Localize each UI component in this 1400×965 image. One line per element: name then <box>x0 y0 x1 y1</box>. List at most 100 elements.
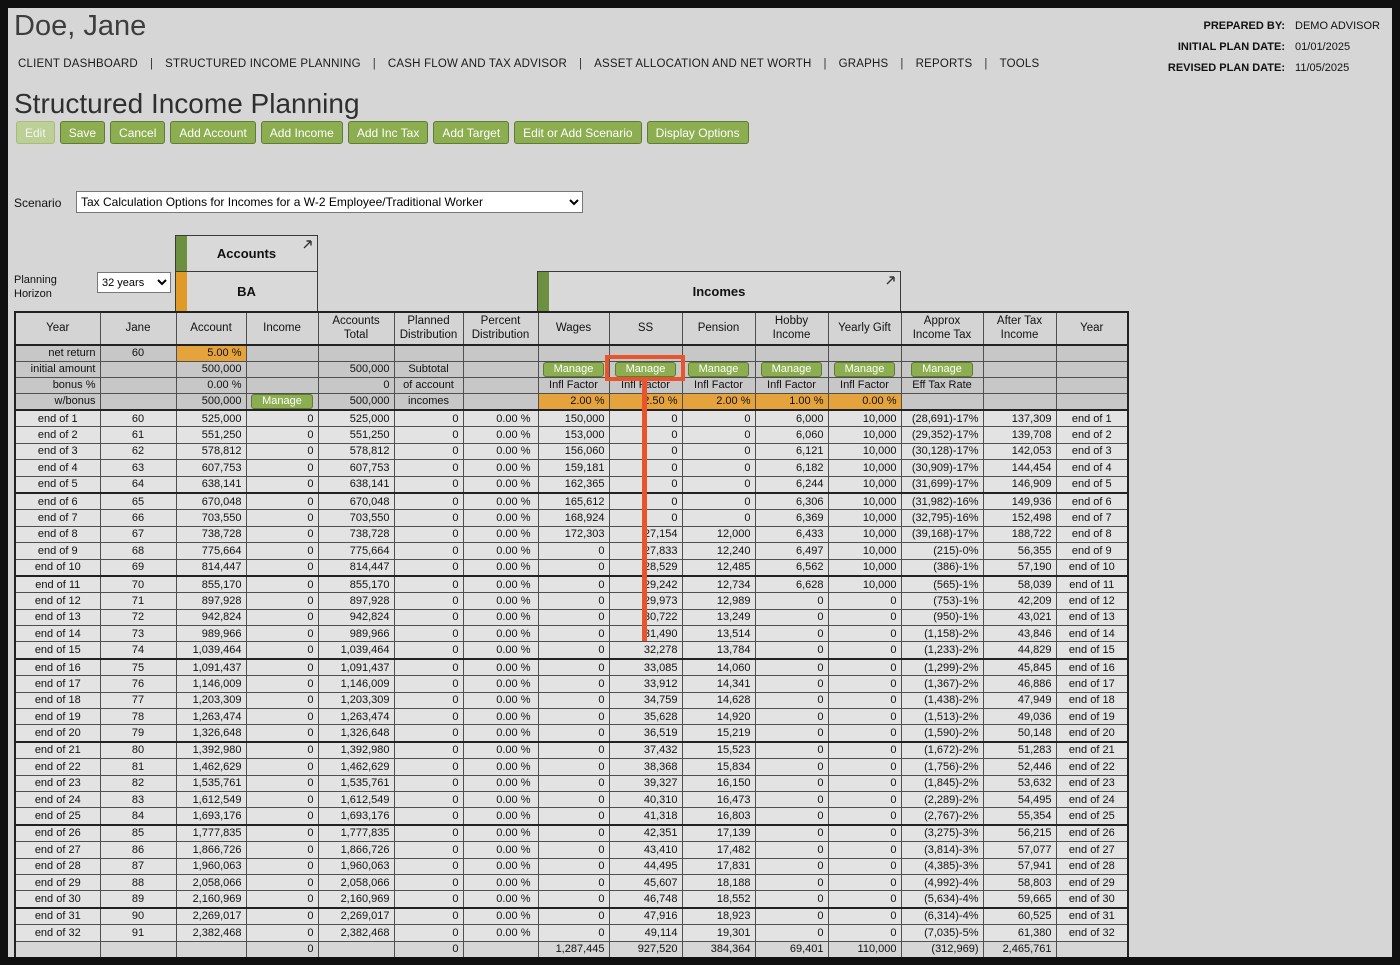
cell: 10,000 <box>827 491 902 511</box>
cell: 0 <box>827 906 902 926</box>
nav-structured-income-planning[interactable]: STRUCTURED INCOME PLANNING <box>165 58 388 70</box>
cell: 1,392,980 <box>175 740 247 760</box>
cell: 6,121 <box>754 442 829 461</box>
total-cell <box>1055 940 1129 957</box>
wages-infl-value[interactable]: 2.00 % <box>537 393 610 411</box>
cell: 159,181 <box>537 459 610 477</box>
cell: 12,240 <box>681 542 756 560</box>
cell: 0 <box>245 542 319 560</box>
cell: 0 <box>608 459 683 477</box>
manage-hobby-income-button[interactable]: Manage <box>760 362 823 377</box>
cell: 29,973 <box>608 592 683 610</box>
total-cell: 110,000 <box>827 940 902 957</box>
manage-yearly-gift-button[interactable]: Manage <box>833 362 896 377</box>
table-row: end of 3 62 578,812 0 578,812 0 0.00 % 156,060 0… <box>14 442 1129 461</box>
cell: 0.00 % <box>462 758 539 776</box>
cell: 49,036 <box>982 708 1057 726</box>
cell: end of 12 <box>1055 592 1129 610</box>
table-row: end of 28 87 1,960,063 0 1,960,063 0 0.00 % 0 44… <box>14 857 1129 875</box>
cell: (1,513)-2% <box>900 708 984 726</box>
pension-infl-value[interactable]: 2.00 % <box>681 393 756 411</box>
cell: (3,814)-3% <box>900 841 984 859</box>
nav-asset-allocation-and-net-worth[interactable]: ASSET ALLOCATION AND NET WORTH <box>594 58 839 70</box>
cell: 0.00 % <box>462 790 539 809</box>
cell: 0.00 % <box>462 608 539 627</box>
cell: (7,035)-5% <box>900 924 984 942</box>
cell: 1,777,835 <box>175 823 247 843</box>
cell: 89 <box>99 890 177 909</box>
cell: 0 <box>608 442 683 461</box>
manage-pension-button[interactable]: Manage <box>687 362 750 377</box>
cell: (31,982)-16% <box>900 491 984 511</box>
cell: 68 <box>99 542 177 560</box>
cell: 156,060 <box>537 442 610 461</box>
edit-button[interactable]: Edit <box>16 121 55 144</box>
cell: end of 31 <box>14 906 101 926</box>
cell: end of 22 <box>1055 758 1129 776</box>
nav-tools[interactable]: TOOLS <box>1000 58 1040 70</box>
net-return-rate[interactable]: 5.00 % <box>175 344 247 362</box>
col-header-pension: Pension <box>681 311 756 346</box>
cell: 46,748 <box>608 890 683 909</box>
initial-plan-date-value: 01/01/2025 <box>1295 41 1351 53</box>
nav-reports[interactable]: REPORTS <box>916 58 1000 70</box>
cell: 10,000 <box>827 509 902 527</box>
cell: 13,514 <box>681 625 756 643</box>
col-header-income: Income <box>245 311 319 346</box>
cell: 942,824 <box>175 608 247 627</box>
cell: 27,833 <box>608 542 683 560</box>
edit-or-add-scenario-button[interactable]: Edit or Add Scenario <box>514 121 642 144</box>
add-account-button[interactable]: Add Account <box>170 121 256 144</box>
manage-income-tax-button[interactable]: Manage <box>911 362 973 377</box>
cell: end of 25 <box>1055 807 1129 826</box>
nav-cash-flow-and-tax-advisor[interactable]: CASH FLOW AND TAX ADVISOR <box>388 58 594 70</box>
save-button[interactable]: Save <box>59 121 106 144</box>
cell: (1,672)-2% <box>900 740 984 760</box>
manage-wages-button[interactable]: Manage <box>542 362 605 377</box>
cell: 0 <box>537 790 610 809</box>
table-row: end of 17 76 1,146,009 0 1,146,009 0 0.00 % 0 33… <box>14 675 1129 693</box>
cell: 2,160,969 <box>317 890 395 909</box>
nav-client-dashboard[interactable]: CLIENT DASHBOARD <box>18 58 165 70</box>
table-row: end of 16 75 1,091,437 0 1,091,437 0 0.00 % 0 33… <box>14 657 1129 677</box>
table-row: end of 32 91 2,382,468 0 2,382,468 0 0.00 % 0 49… <box>14 924 1129 942</box>
table-row: end of 24 83 1,612,549 0 1,612,549 0 0.00 % 0 40… <box>14 790 1129 809</box>
manage-ss-button[interactable]: Manage <box>614 362 677 377</box>
gift-infl-value[interactable]: 0.00 % <box>827 393 902 411</box>
add-income-button[interactable]: Add Income <box>260 121 343 144</box>
add-inc-tax-button[interactable]: Add Inc Tax <box>347 121 429 144</box>
cell: 0 <box>245 691 319 710</box>
cancel-button[interactable]: Cancel <box>110 121 166 144</box>
col-header-yearly-gift: Yearly Gift <box>827 311 902 346</box>
cell: 78 <box>99 708 177 726</box>
cell: 0 <box>393 574 464 594</box>
display-options-button[interactable]: Display Options <box>646 121 749 144</box>
expand-incomes-icon[interactable] <box>884 274 897 287</box>
cell: 18,552 <box>681 890 756 909</box>
nav-graphs[interactable]: GRAPHS <box>839 58 916 70</box>
cell: 0.00 % <box>462 924 539 942</box>
cell: end of 28 <box>14 857 101 875</box>
cell: 144,454 <box>982 459 1057 477</box>
wages-infl-factor-label: Infl Factor <box>537 377 610 394</box>
cell: end of 5 <box>1055 475 1129 494</box>
scenario-select[interactable]: Tax Calculation Options for Incomes for … <box>76 191 583 213</box>
cell: 54,495 <box>982 790 1057 809</box>
cell: 638,141 <box>317 475 395 494</box>
hobby-infl-value[interactable]: 1.00 % <box>754 393 829 411</box>
add-target-button[interactable]: Add Target <box>433 121 510 144</box>
cell: 73 <box>99 625 177 643</box>
planning-horizon-select[interactable]: 32 years <box>97 272 171 293</box>
cell: 31,490 <box>608 625 683 643</box>
manage-income-button[interactable]: Manage <box>251 394 313 409</box>
cell: 0.00 % <box>462 675 539 693</box>
expand-accounts-icon[interactable] <box>301 238 314 251</box>
cell: 0 <box>393 442 464 461</box>
cell: end of 32 <box>14 924 101 942</box>
cell: 47,916 <box>608 906 683 926</box>
cell: 0 <box>537 592 610 610</box>
cell: end of 2 <box>1055 426 1129 444</box>
cell: 855,170 <box>317 574 395 594</box>
ss-infl-value[interactable]: 2.50 % <box>608 393 683 411</box>
total-cell <box>462 940 539 957</box>
